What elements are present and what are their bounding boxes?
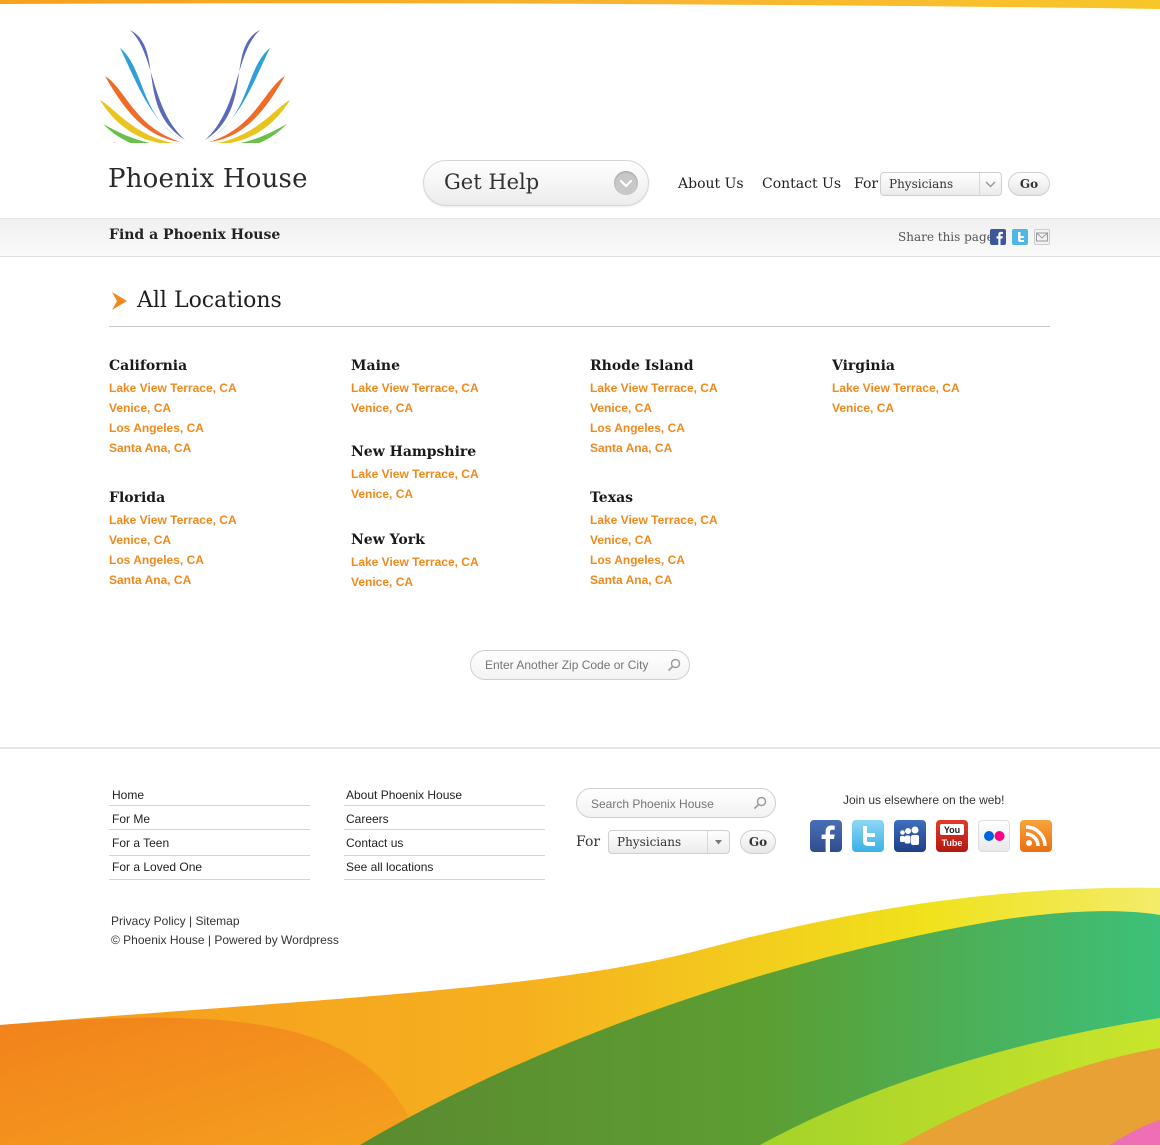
- location-link[interactable]: Los Angeles, CA: [590, 421, 685, 435]
- location-link[interactable]: Venice, CA: [832, 401, 894, 415]
- location-link[interactable]: Los Angeles, CA: [109, 553, 204, 567]
- twitter-icon[interactable]: [852, 820, 884, 852]
- location-link[interactable]: Santa Ana, CA: [109, 573, 191, 587]
- heading-divider: [109, 326, 1050, 327]
- facebook-icon[interactable]: [990, 229, 1006, 245]
- footer-line: [109, 829, 310, 830]
- share-label: Share this page:: [898, 230, 998, 244]
- state-heading: Florida: [109, 490, 166, 506]
- get-help-dropdown[interactable]: Get Help: [423, 160, 649, 206]
- location-link[interactable]: Santa Ana, CA: [590, 441, 672, 455]
- location-link[interactable]: Venice, CA: [590, 533, 652, 547]
- chevron-down-icon: [707, 831, 729, 853]
- footer-line: [344, 829, 545, 830]
- footer-link-careers[interactable]: Careers: [346, 812, 389, 826]
- location-link[interactable]: Venice, CA: [351, 575, 413, 589]
- footer-audience-select[interactable]: Physicians: [608, 830, 730, 854]
- search-icon[interactable]: [667, 658, 681, 672]
- location-link[interactable]: Lake View Terrace, CA: [351, 381, 479, 395]
- state-heading: New Hampshire: [351, 444, 477, 460]
- location-link[interactable]: Venice, CA: [109, 401, 171, 415]
- footer-line: [109, 805, 310, 806]
- footer-search: [576, 788, 776, 818]
- chevron-down-icon: [979, 173, 1001, 195]
- nav-contact-us[interactable]: Contact Us: [762, 176, 841, 192]
- location-link[interactable]: Los Angeles, CA: [109, 421, 204, 435]
- nav-about-us[interactable]: About Us: [678, 176, 744, 192]
- state-heading: Texas: [590, 490, 634, 506]
- footer-link-home[interactable]: Home: [112, 788, 144, 802]
- footer-go-button[interactable]: Go: [740, 830, 776, 854]
- twitter-icon[interactable]: [1012, 229, 1028, 245]
- section-arrow-icon: [112, 292, 127, 310]
- footer-line: [344, 805, 545, 806]
- location-link[interactable]: Santa Ana, CA: [590, 573, 672, 587]
- footer-link-for-a-teen[interactable]: For a Teen: [112, 836, 169, 850]
- audience-select-value: Physicians: [889, 177, 954, 191]
- search-icon[interactable]: [753, 796, 767, 810]
- chevron-down-icon: [614, 171, 638, 195]
- footer-for-label: For: [576, 834, 601, 850]
- flickr-icon[interactable]: [978, 820, 1010, 852]
- footer-line: [109, 855, 310, 856]
- myspace-icon[interactable]: [894, 820, 926, 852]
- decorative-waves: [0, 887, 1160, 1145]
- svg-text:You: You: [944, 825, 960, 835]
- state-heading: California: [109, 358, 188, 374]
- rss-icon[interactable]: [1020, 820, 1052, 852]
- svg-text:Tube: Tube: [942, 838, 963, 848]
- youtube-icon[interactable]: You Tube: [936, 820, 968, 852]
- location-link[interactable]: Venice, CA: [351, 487, 413, 501]
- location-link[interactable]: Lake View Terrace, CA: [590, 381, 718, 395]
- brand-name[interactable]: Phoenix House: [108, 164, 308, 194]
- audience-select[interactable]: Physicians: [880, 172, 1002, 196]
- footer-link-about[interactable]: About Phoenix House: [346, 788, 462, 802]
- location-link[interactable]: Santa Ana, CA: [109, 441, 191, 455]
- state-heading: Maine: [351, 358, 400, 374]
- location-link[interactable]: Lake View Terrace, CA: [351, 467, 479, 481]
- location-link[interactable]: Venice, CA: [590, 401, 652, 415]
- section-heading: All Locations: [137, 288, 282, 313]
- social-heading: Join us elsewhere on the web!: [843, 793, 1005, 807]
- phoenix-logo-icon[interactable]: [100, 28, 290, 143]
- location-link[interactable]: Lake View Terrace, CA: [109, 381, 237, 395]
- go-button[interactable]: Go: [1008, 172, 1050, 196]
- location-link[interactable]: Lake View Terrace, CA: [109, 513, 237, 527]
- location-link[interactable]: Lake View Terrace, CA: [832, 381, 960, 395]
- footer-search-input[interactable]: [589, 796, 748, 812]
- for-label: For: [854, 176, 879, 192]
- state-heading: New York: [351, 532, 425, 548]
- facebook-icon[interactable]: [810, 820, 842, 852]
- location-link[interactable]: Venice, CA: [351, 401, 413, 415]
- footer-audience-select-value: Physicians: [617, 835, 682, 849]
- footer-link-all-locations[interactable]: See all locations: [346, 860, 433, 874]
- footer-line: [344, 855, 545, 856]
- email-icon[interactable]: [1034, 229, 1050, 245]
- footer-divider: [0, 747, 1160, 749]
- location-link[interactable]: Los Angeles, CA: [590, 553, 685, 567]
- top-color-bar: [0, 0, 1160, 9]
- footer-link-contact[interactable]: Contact us: [346, 836, 403, 850]
- get-help-label: Get Help: [444, 170, 540, 194]
- state-heading: Rhode Island: [590, 358, 694, 374]
- state-heading: Virginia: [832, 358, 895, 374]
- footer-link-for-me[interactable]: For Me: [112, 812, 150, 826]
- location-link[interactable]: Lake View Terrace, CA: [351, 555, 479, 569]
- zip-search: [470, 650, 690, 680]
- zip-search-input[interactable]: [483, 657, 662, 673]
- location-link[interactable]: Lake View Terrace, CA: [590, 513, 718, 527]
- footer-link-for-a-loved-one[interactable]: For a Loved One: [112, 860, 202, 874]
- location-link[interactable]: Venice, CA: [109, 533, 171, 547]
- page-title: Find a Phoenix House: [109, 227, 281, 243]
